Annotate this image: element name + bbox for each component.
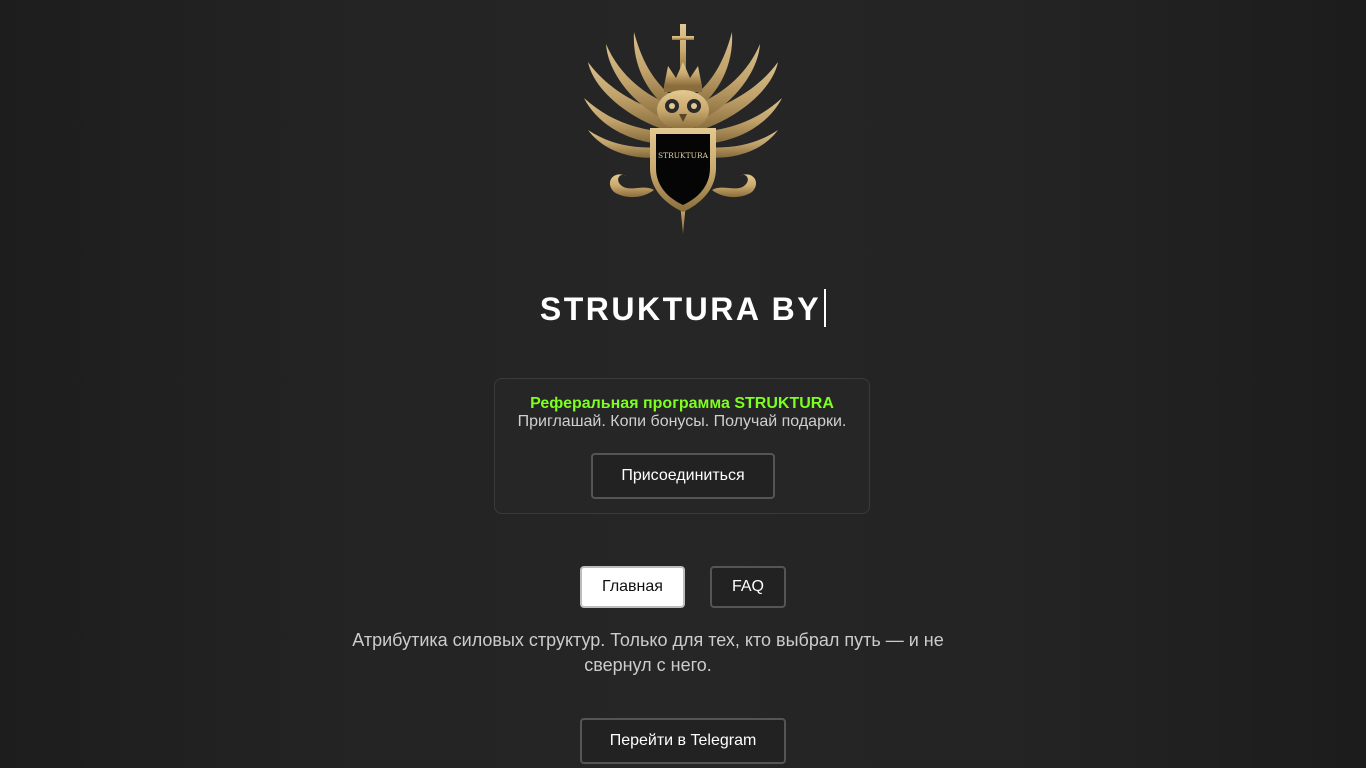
- join-button[interactable]: Присоединиться: [591, 453, 775, 499]
- owl-crest-icon: STRUKTURA: [584, 24, 782, 234]
- referral-subtitle: Приглашай. Копи бонусы. Получай подарки.: [517, 413, 847, 430]
- site-title: STRUKTURA BY: [0, 288, 1366, 330]
- tagline: Атрибутика силовых структур. Только для …: [352, 630, 944, 675]
- logo-shield-text: STRUKTURA: [658, 151, 709, 160]
- referral-card: Реферальная программа STRUKTURA Приглаша…: [494, 378, 870, 514]
- nav-faq-button[interactable]: FAQ: [710, 566, 786, 608]
- typing-caret: [824, 289, 827, 327]
- owl-crest-logo: STRUKTURA: [574, 22, 792, 236]
- telegram-button[interactable]: Перейти в Telegram: [580, 718, 786, 764]
- referral-title: Реферальная программа STRUKTURA: [530, 395, 834, 412]
- site-title-text: STRUKTURA BY: [539, 291, 822, 327]
- nav-home-button[interactable]: Главная: [580, 566, 685, 608]
